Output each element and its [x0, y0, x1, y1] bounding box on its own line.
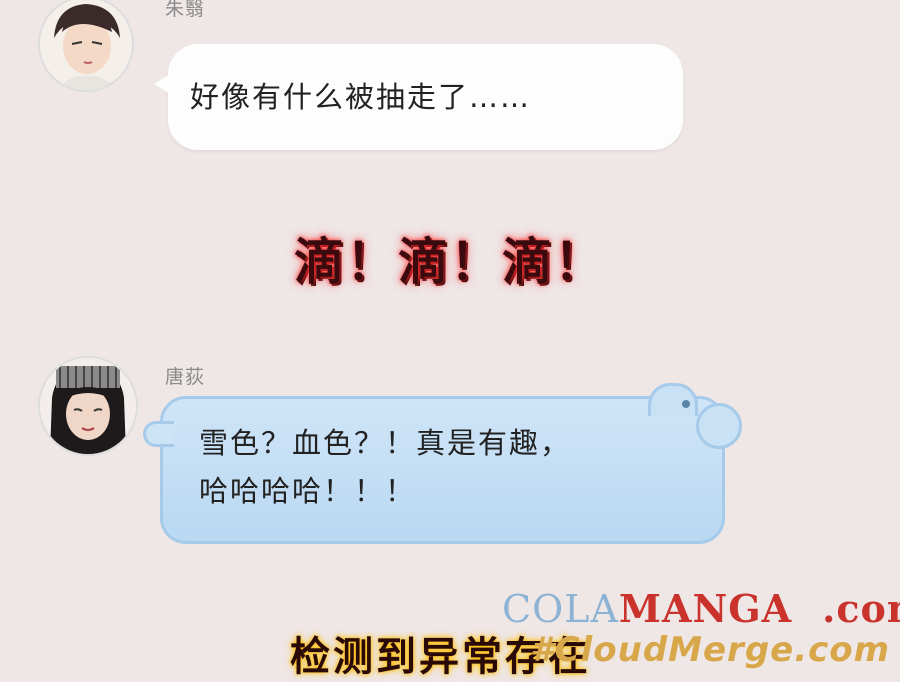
watermark-part-2: MANGA [618, 586, 793, 631]
watermark-line-2: #CloudMerge.com [530, 630, 891, 670]
message-text-2-line-2: 哈哈哈哈！！！ [199, 474, 417, 508]
message-text-2-line-1: 雪色？血色？！真是有趣， [199, 426, 572, 460]
avatar-portrait-icon [40, 0, 132, 90]
message-bubble-2: 雪色？血色？！真是有趣， 哈哈哈哈！！！ [143, 383, 742, 544]
sender-name-1: 朱翳 [165, 0, 206, 20]
watermark-line-1: COLAMANGA .com [502, 586, 900, 631]
bubble-decoration [696, 403, 742, 449]
avatar-sender-2 [38, 356, 138, 456]
message-text-1: 好像有什么被抽走了…… [190, 80, 532, 114]
bubble-eye-icon [682, 400, 690, 408]
sound-effect-text: 滴！滴！滴！ [294, 232, 606, 291]
bubble-decoration-top [648, 383, 698, 416]
message-bubble-1: 好像有什么被抽走了…… [154, 44, 683, 150]
watermark-part-3: .com [822, 586, 900, 631]
sender-name-2: 唐荻 [165, 366, 206, 388]
bubble-tail [143, 421, 174, 447]
watermark-part-1: COLA [502, 587, 619, 631]
avatar-sender-1 [38, 0, 134, 92]
avatar-portrait-icon [40, 358, 136, 454]
